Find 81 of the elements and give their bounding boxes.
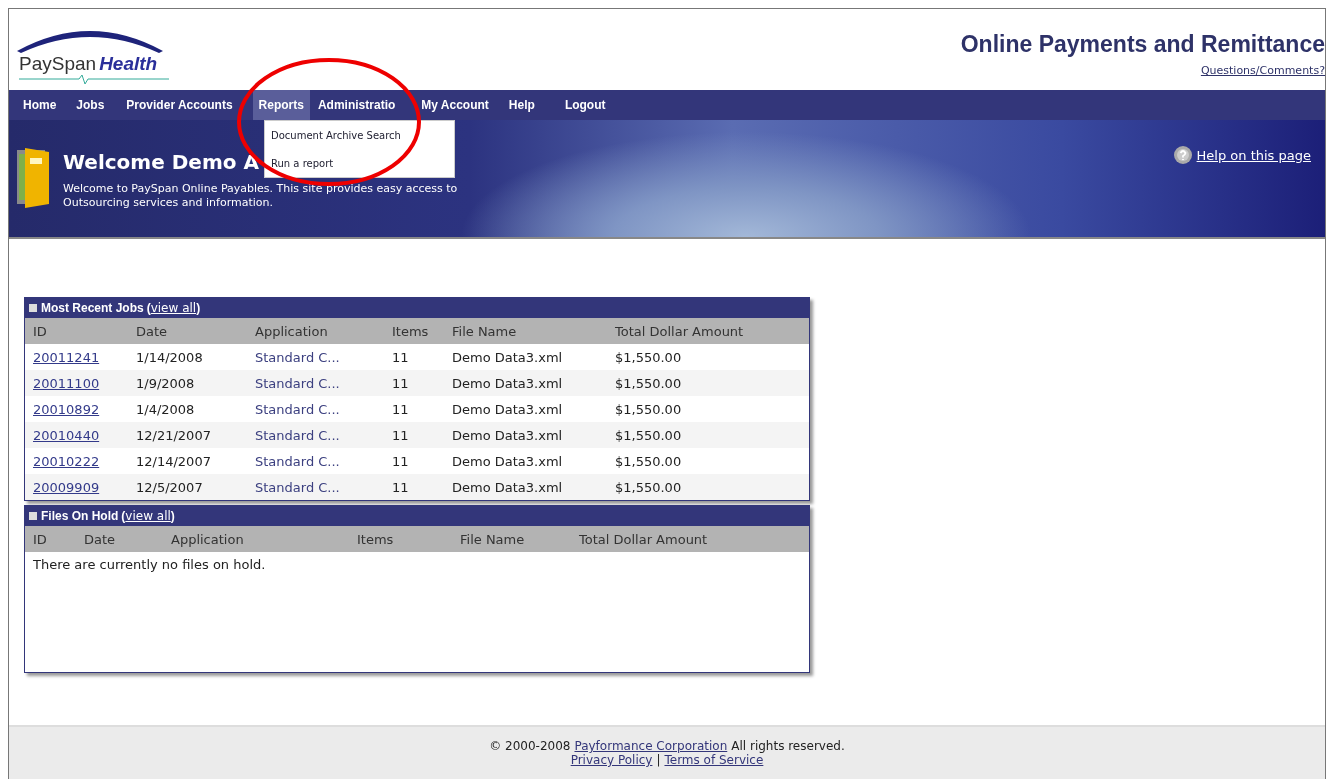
table-cell-text: Demo Data3.xml	[452, 427, 564, 443]
column-header: File Name	[452, 323, 518, 339]
table-cell-text: $1,550.00	[615, 401, 683, 417]
table-cell-text: Demo Data3.xml	[452, 453, 564, 469]
parenthesis: )	[170, 509, 175, 523]
table-cell-text: Demo Data3.xml	[452, 349, 564, 365]
rights-text: All rights reserved.	[731, 739, 845, 753]
table-cell-text: Standard C...	[255, 453, 341, 469]
privacy-link[interactable]: Privacy Policy	[570, 753, 653, 767]
menu-item[interactable]: Run a report	[271, 157, 448, 169]
table-cell-text: $1,550.00	[615, 427, 683, 443]
column-header: ID	[33, 323, 48, 339]
terms-link[interactable]: Terms of Service	[664, 753, 764, 767]
parenthesis: )	[196, 301, 201, 315]
nav-item[interactable]: Jobs	[70, 90, 111, 120]
table-cell-text: $1,550.00	[615, 375, 683, 391]
table-cell-text: Demo Data3.xml	[452, 401, 564, 417]
nav-item[interactable]: My Account	[415, 90, 495, 120]
door-icon	[17, 146, 49, 208]
menu-item[interactable]: Document Archive Search	[271, 129, 448, 141]
copyright-text: © 2000-2008	[489, 739, 571, 753]
site-title: Online Payments and Remittance	[960, 31, 1325, 58]
table-cell-text: $1,550.00	[615, 453, 683, 469]
table-cell-text: Standard C...	[255, 479, 341, 495]
panel-title: Most Recent Jobs	[41, 301, 144, 315]
column-header: File Name	[460, 531, 526, 547]
nav-item[interactable]: Help	[502, 90, 541, 120]
parenthesis: (	[146, 301, 151, 315]
view-all-link[interactable]: view all	[125, 509, 171, 523]
column-header: Date	[84, 531, 117, 547]
table-cell-text: Standard C...	[255, 427, 341, 443]
separator: |	[656, 753, 661, 767]
nav-item[interactable]: Reports	[252, 90, 310, 120]
column-header: Items	[392, 323, 430, 339]
job-id-link[interactable]: 20009909	[33, 479, 136, 495]
table-cell-text: 11	[392, 479, 410, 495]
job-id-link[interactable]: 20010892	[33, 401, 136, 417]
table-cell-text: 11	[392, 349, 410, 365]
parenthesis: (	[121, 509, 126, 523]
questions-link[interactable]: Questions/Comments?	[1200, 64, 1325, 77]
column-header: Total Dollar Amount	[615, 323, 745, 339]
square-icon	[29, 512, 37, 520]
help-link[interactable]: Help on this page	[1196, 147, 1311, 163]
company-link[interactable]: Payformance Corporation	[574, 739, 728, 753]
table-cell-text: 1/9/2008	[136, 375, 196, 391]
table-cell-text: Demo Data3.xml	[452, 375, 564, 391]
table-cell-text: 11	[392, 427, 410, 443]
table-cell-text: 12/14/2007	[136, 453, 212, 469]
table-cell-text: Standard C...	[255, 375, 341, 391]
table-cell-text: Standard C...	[255, 349, 341, 365]
table-cell-text: 1/4/2008	[136, 401, 196, 417]
column-header: Items	[357, 531, 395, 547]
job-id-link[interactable]: 20011241	[33, 349, 136, 365]
column-header: Total Dollar Amount	[579, 531, 709, 547]
table-cell-text: $1,550.00	[615, 479, 683, 495]
table-cell-text: $1,550.00	[615, 349, 683, 365]
panel-title: Files On Hold	[41, 509, 119, 523]
table-cell-text: 11	[392, 453, 410, 469]
welcome-text: Welcome to PaySpan Online Payables. This site provides easy access to Outsourcing services and information.	[63, 182, 459, 210]
logo: PaySpan Health	[15, 23, 175, 81]
table-cell-text: 1/14/2008	[136, 349, 204, 365]
table-cell-text: 11	[392, 375, 410, 391]
job-id-link[interactable]: 20010222	[33, 453, 136, 469]
table-cell-text: 12/21/2007	[136, 427, 212, 443]
help-icon	[1173, 146, 1192, 164]
job-id-link[interactable]: 20011100	[33, 375, 136, 391]
table-cell-text: 12/5/2007	[136, 479, 204, 495]
empty-message: There are currently no files on hold.	[32, 556, 267, 574]
column-header: ID	[33, 531, 48, 547]
job-id-link[interactable]: 20010440	[33, 427, 136, 443]
table-cell-text: Demo Data3.xml	[452, 479, 564, 495]
nav-item[interactable]: Logout	[558, 90, 612, 120]
column-header: Date	[136, 323, 169, 339]
table-cell-text: Standard C...	[255, 401, 341, 417]
column-header: Application	[255, 323, 329, 339]
nav-item[interactable]: Provider Accounts	[120, 90, 239, 120]
nav-item[interactable]: Home	[17, 90, 63, 120]
square-icon	[29, 304, 37, 312]
nav-item[interactable]: Administratio	[311, 90, 402, 120]
column-header: Application	[171, 531, 245, 547]
table-cell-text: 11	[392, 401, 410, 417]
